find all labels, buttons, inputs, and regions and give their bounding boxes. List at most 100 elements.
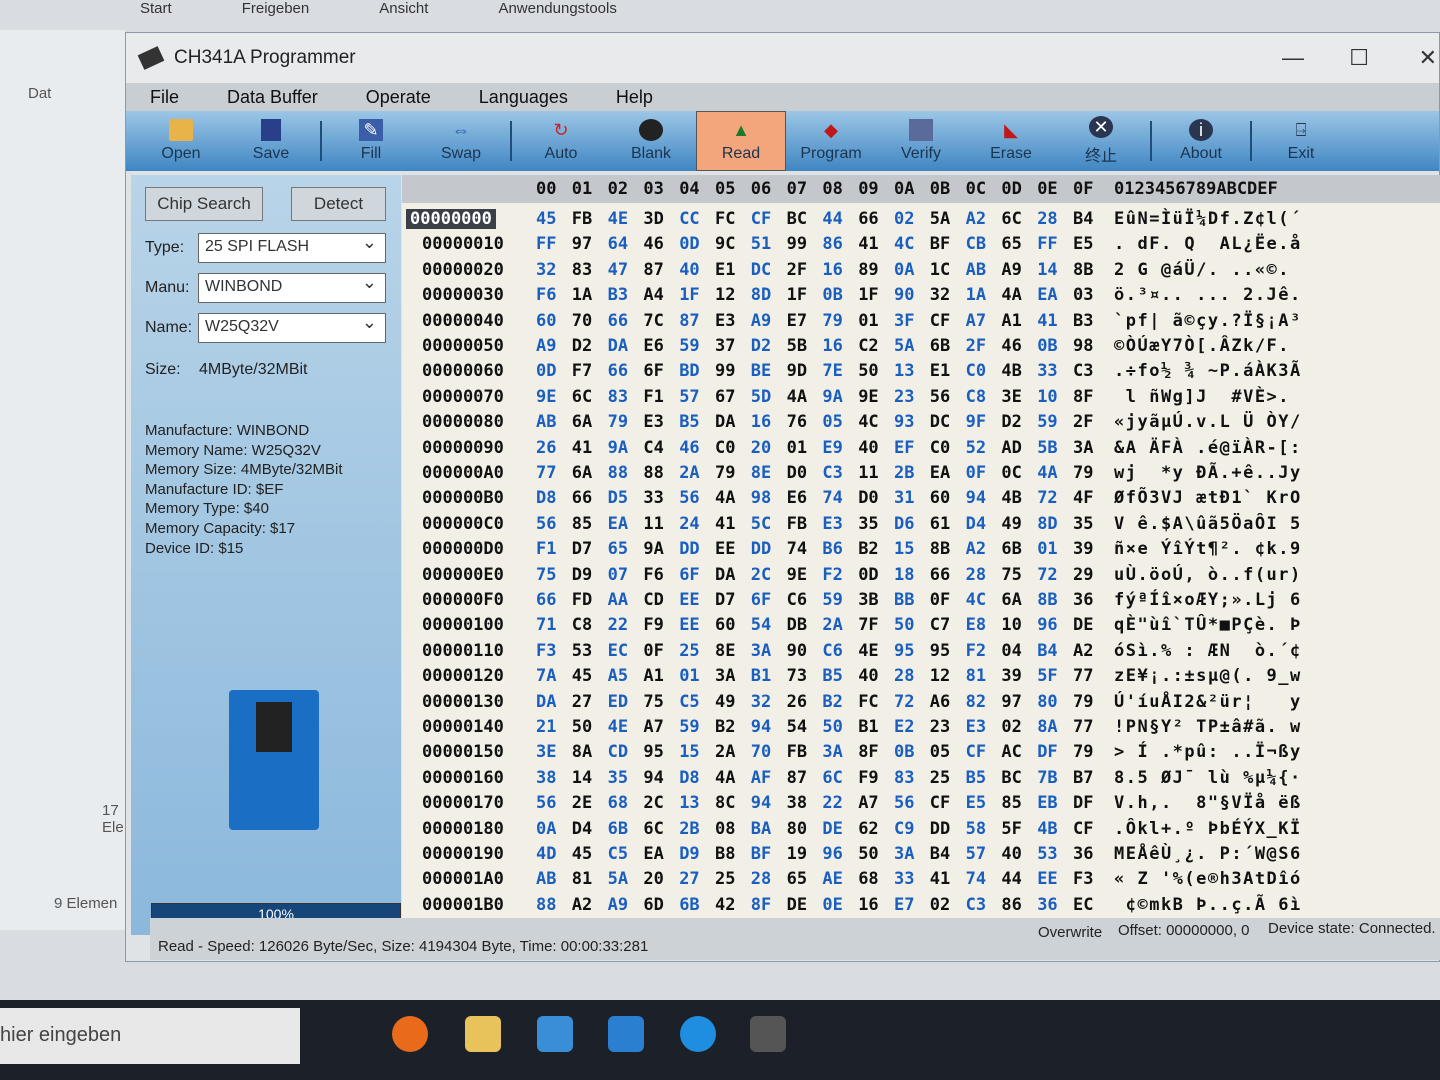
hex-byte[interactable]: 79: [715, 463, 735, 483]
hex-byte[interactable]: EA: [1037, 285, 1057, 305]
hex-byte[interactable]: 6F: [643, 361, 663, 381]
hex-byte[interactable]: A9: [1001, 260, 1021, 280]
hex-byte[interactable]: C0: [930, 438, 950, 458]
hex-byte[interactable]: 50: [822, 717, 842, 737]
hex-byte[interactable]: C5: [679, 692, 699, 712]
hex-byte[interactable]: DD: [751, 539, 771, 559]
hex-byte[interactable]: 7B: [1037, 768, 1057, 788]
hex-byte[interactable]: 0D: [679, 234, 699, 254]
hex-byte[interactable]: B2: [822, 692, 842, 712]
hex-byte[interactable]: 2A: [822, 615, 842, 635]
hex-byte[interactable]: B5: [966, 768, 986, 788]
hex-byte[interactable]: B2: [858, 539, 878, 559]
hex-byte[interactable]: 12: [715, 285, 735, 305]
hex-byte[interactable]: 22: [608, 615, 628, 635]
hex-byte[interactable]: 4E: [858, 641, 878, 661]
hex-byte[interactable]: E9: [822, 438, 842, 458]
hex-byte[interactable]: 3A: [715, 666, 735, 686]
hex-byte[interactable]: 52: [966, 438, 986, 458]
hex-byte[interactable]: 25: [679, 641, 699, 661]
hex-byte[interactable]: FF: [1037, 234, 1057, 254]
hex-byte[interactable]: 83: [572, 260, 592, 280]
hex-byte[interactable]: 96: [1037, 615, 1057, 635]
hex-byte[interactable]: 19: [787, 844, 807, 864]
hex-byte[interactable]: 66: [858, 209, 878, 229]
hex-byte[interactable]: 2E: [572, 793, 592, 813]
hex-byte[interactable]: 4C: [858, 412, 878, 432]
hex-byte[interactable]: CF: [966, 742, 986, 762]
hex-byte[interactable]: 07: [608, 565, 628, 585]
fill-button[interactable]: ✎ Fill: [326, 111, 416, 171]
hex-byte[interactable]: 2B: [679, 819, 699, 839]
hex-byte[interactable]: 4B: [1001, 361, 1021, 381]
hex-byte[interactable]: A1: [643, 666, 663, 686]
hex-byte[interactable]: 10: [1001, 615, 1021, 635]
hex-byte[interactable]: 95: [643, 742, 663, 762]
hex-byte[interactable]: BC: [787, 209, 807, 229]
hex-byte[interactable]: 36: [1073, 844, 1093, 864]
hex-byte[interactable]: 2F: [966, 336, 986, 356]
hex-byte[interactable]: 93: [894, 412, 914, 432]
hex-byte[interactable]: 01: [1037, 539, 1057, 559]
hex-byte[interactable]: 1A: [572, 285, 592, 305]
hex-byte[interactable]: 46: [643, 234, 663, 254]
hex-byte[interactable]: D4: [966, 514, 986, 534]
hex-byte[interactable]: 33: [1037, 361, 1057, 381]
ribbon-tab[interactable]: Anwendungstools: [498, 0, 616, 17]
hex-byte[interactable]: 4A: [787, 387, 807, 407]
hex-byte[interactable]: 47: [608, 260, 628, 280]
hex-byte[interactable]: A9: [751, 311, 771, 331]
hex-byte[interactable]: 5F: [1037, 666, 1057, 686]
hex-byte[interactable]: 73: [787, 666, 807, 686]
hex-byte[interactable]: 9E: [536, 387, 556, 407]
hex-byte[interactable]: E3: [822, 514, 842, 534]
ch341a-taskbar-icon[interactable]: [750, 1016, 786, 1052]
hex-byte[interactable]: 6D: [643, 895, 663, 915]
hex-byte[interactable]: 85: [572, 514, 592, 534]
hex-byte[interactable]: F7: [572, 361, 592, 381]
hex-byte[interactable]: 87: [787, 768, 807, 788]
hex-byte[interactable]: 41: [572, 438, 592, 458]
hex-byte[interactable]: B2: [715, 717, 735, 737]
hex-byte[interactable]: C0: [966, 361, 986, 381]
hex-byte[interactable]: 02: [930, 895, 950, 915]
hex-byte[interactable]: 45: [572, 844, 592, 864]
hex-byte[interactable]: 94: [643, 768, 663, 788]
hex-byte[interactable]: 6F: [679, 565, 699, 585]
hex-byte[interactable]: 6F: [751, 590, 771, 610]
hex-byte[interactable]: 97: [1001, 692, 1021, 712]
hex-byte[interactable]: 32: [751, 692, 771, 712]
hex-byte[interactable]: 46: [679, 438, 699, 458]
hex-byte[interactable]: 66: [536, 590, 556, 610]
hex-byte[interactable]: CF: [751, 209, 771, 229]
hex-byte[interactable]: ED: [608, 692, 628, 712]
hex-byte[interactable]: D9: [679, 844, 699, 864]
hex-byte[interactable]: 66: [608, 361, 628, 381]
hex-byte[interactable]: 29: [1073, 565, 1093, 585]
hex-byte[interactable]: C6: [822, 641, 842, 661]
hex-byte[interactable]: A5: [608, 666, 628, 686]
hex-byte[interactable]: C6: [787, 590, 807, 610]
hex-byte[interactable]: 39: [1073, 539, 1093, 559]
hex-byte[interactable]: 45: [572, 666, 592, 686]
hex-byte[interactable]: 01: [679, 666, 699, 686]
hex-byte[interactable]: 7C: [643, 311, 663, 331]
hex-byte[interactable]: DD: [679, 539, 699, 559]
hex-byte[interactable]: BF: [930, 234, 950, 254]
hex-byte[interactable]: 59: [679, 336, 699, 356]
minimize-button[interactable]: —: [1282, 45, 1304, 71]
hex-byte[interactable]: 3A: [751, 641, 771, 661]
hex-byte[interactable]: D9: [572, 565, 592, 585]
hex-byte[interactable]: 4F: [1073, 488, 1093, 508]
hex-byte[interactable]: 23: [930, 717, 950, 737]
auto-button[interactable]: ↻ Auto: [516, 111, 606, 171]
hex-byte[interactable]: 60: [536, 311, 556, 331]
hex-byte[interactable]: 41: [715, 514, 735, 534]
hex-byte[interactable]: 87: [679, 311, 699, 331]
hex-byte[interactable]: 6A: [572, 463, 592, 483]
hex-byte[interactable]: 99: [715, 361, 735, 381]
hex-byte[interactable]: D5: [608, 488, 628, 508]
hex-byte[interactable]: 75: [1001, 565, 1021, 585]
hex-byte[interactable]: 5A: [930, 209, 950, 229]
hex-byte[interactable]: 83: [608, 387, 628, 407]
